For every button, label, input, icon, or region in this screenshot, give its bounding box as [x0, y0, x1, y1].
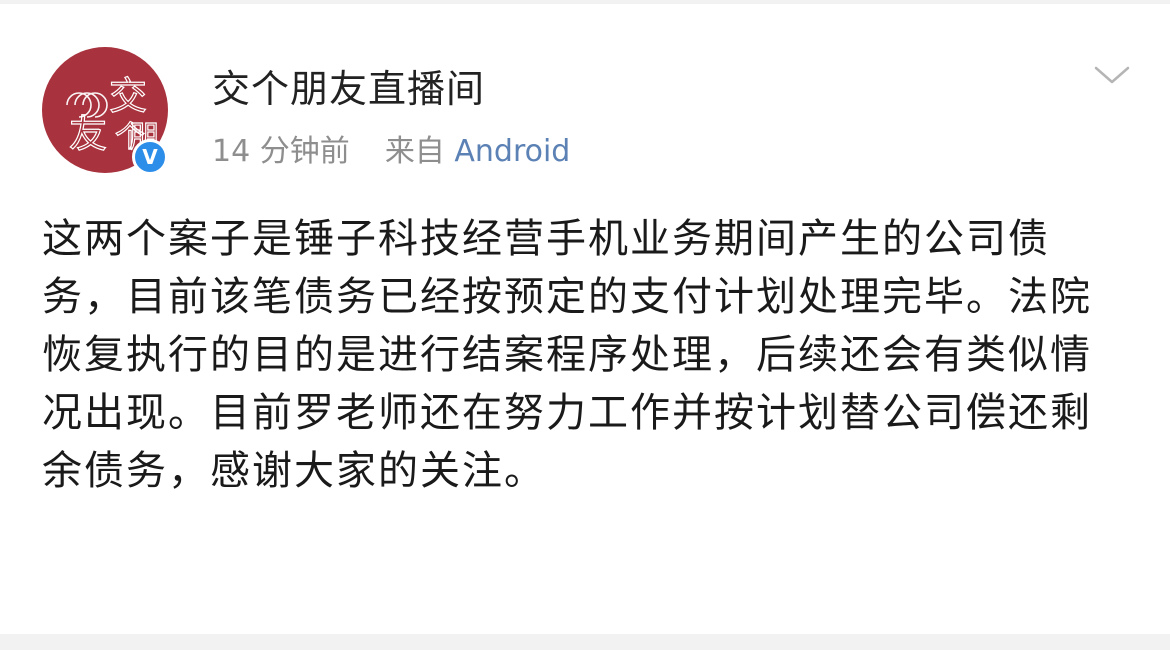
source-link[interactable]: Android [454, 134, 570, 169]
source-label: 来自 [384, 134, 445, 169]
post-meta: 14 分钟前 来自 Android [212, 132, 570, 172]
post-time: 14 分钟前 [212, 134, 350, 169]
account-name[interactable]: 交个朋友直播间 [212, 64, 485, 114]
chevron-down-icon[interactable] [1092, 60, 1132, 90]
verified-badge-icon: V [132, 139, 168, 175]
avatar-char-4: 友 [69, 112, 107, 156]
bottom-divider [0, 634, 1170, 650]
top-divider [0, 0, 1170, 4]
post-text: 这两个案子是锤子科技经营手机业务期间产生的公司债务，目前该笔债务已经按预定的支付… [42, 216, 1092, 494]
avatar-char-1: 交 [109, 74, 147, 118]
